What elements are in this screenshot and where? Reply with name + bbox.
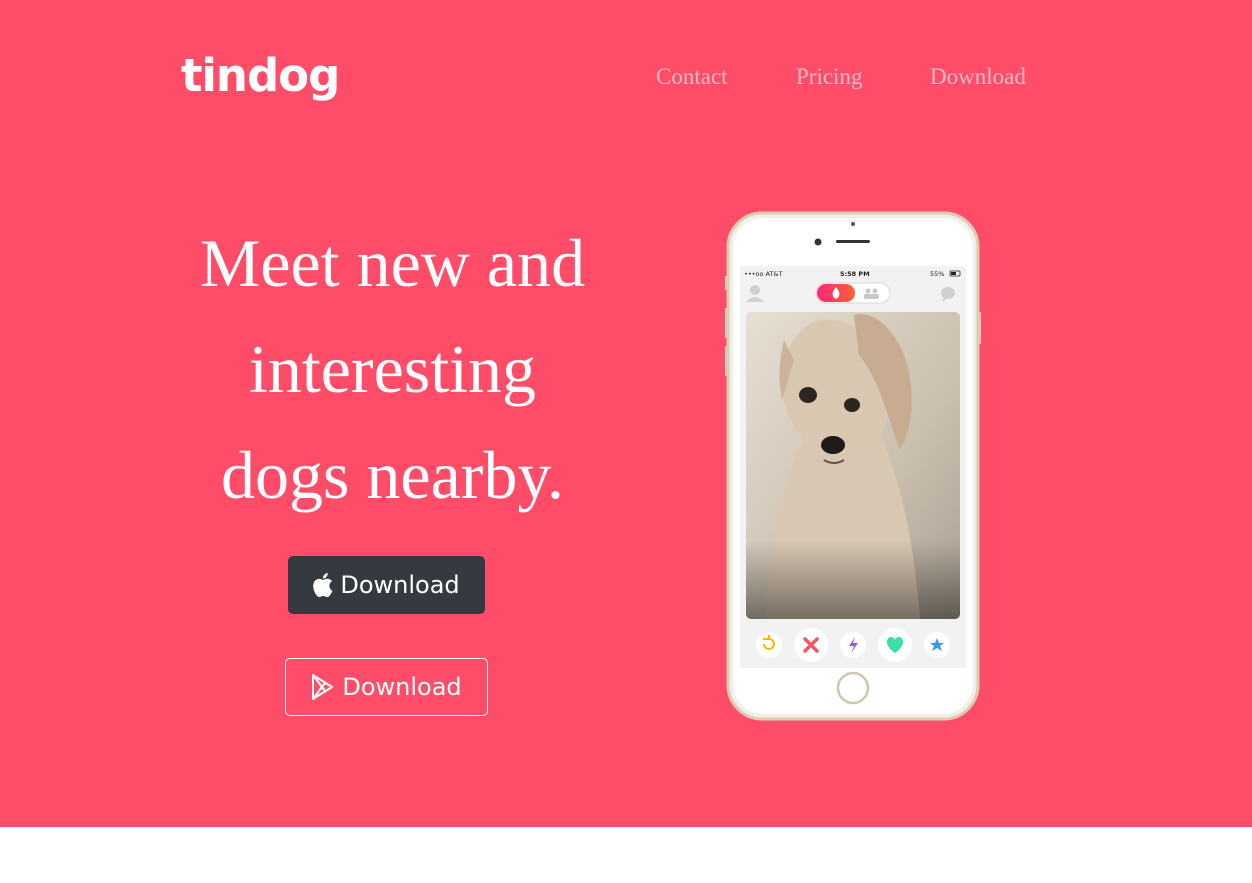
iphone-mockup: •••oo AT&T 5:58 PM 55% <box>724 210 982 722</box>
nav-link-download[interactable]: Download <box>930 62 1026 92</box>
superlike-button[interactable] <box>924 632 950 658</box>
status-carrier: •••oo AT&T <box>744 270 783 278</box>
headline-line-1: Meet new and <box>199 225 586 301</box>
front-camera <box>814 238 822 246</box>
phone-illustration: •••oo AT&T 5:58 PM 55% <box>725 211 981 721</box>
hero-section: tindog Contact Pricing Download Meet new… <box>0 0 1252 827</box>
nav-link-pricing[interactable]: Pricing <box>796 62 862 92</box>
status-time: 5:58 PM <box>840 270 870 278</box>
brand-logo[interactable]: tindog <box>181 46 340 106</box>
headline-line-2: interesting <box>248 331 537 407</box>
hero-headline: Meet new and interesting dogs nearby. <box>155 210 630 528</box>
home-button <box>836 671 870 705</box>
rewind-button[interactable] <box>756 632 782 658</box>
nav-link-contact[interactable]: Contact <box>656 62 728 92</box>
dog-profile-card[interactable] <box>746 312 960 619</box>
headline-line-3: dogs nearby. <box>220 437 565 513</box>
google-play-icon <box>312 674 334 700</box>
apple-icon <box>313 573 333 597</box>
next-section <box>0 827 1252 883</box>
like-button[interactable] <box>878 628 912 662</box>
nope-button[interactable] <box>794 628 828 662</box>
earpiece <box>836 240 870 243</box>
google-play-download-label: Download <box>342 673 462 701</box>
status-battery: 55% <box>930 270 944 278</box>
apple-download-label: Download <box>340 571 460 599</box>
apple-download-button[interactable]: Download <box>288 556 485 614</box>
google-play-download-button[interactable]: Download <box>285 658 488 716</box>
boost-button[interactable] <box>840 632 866 658</box>
